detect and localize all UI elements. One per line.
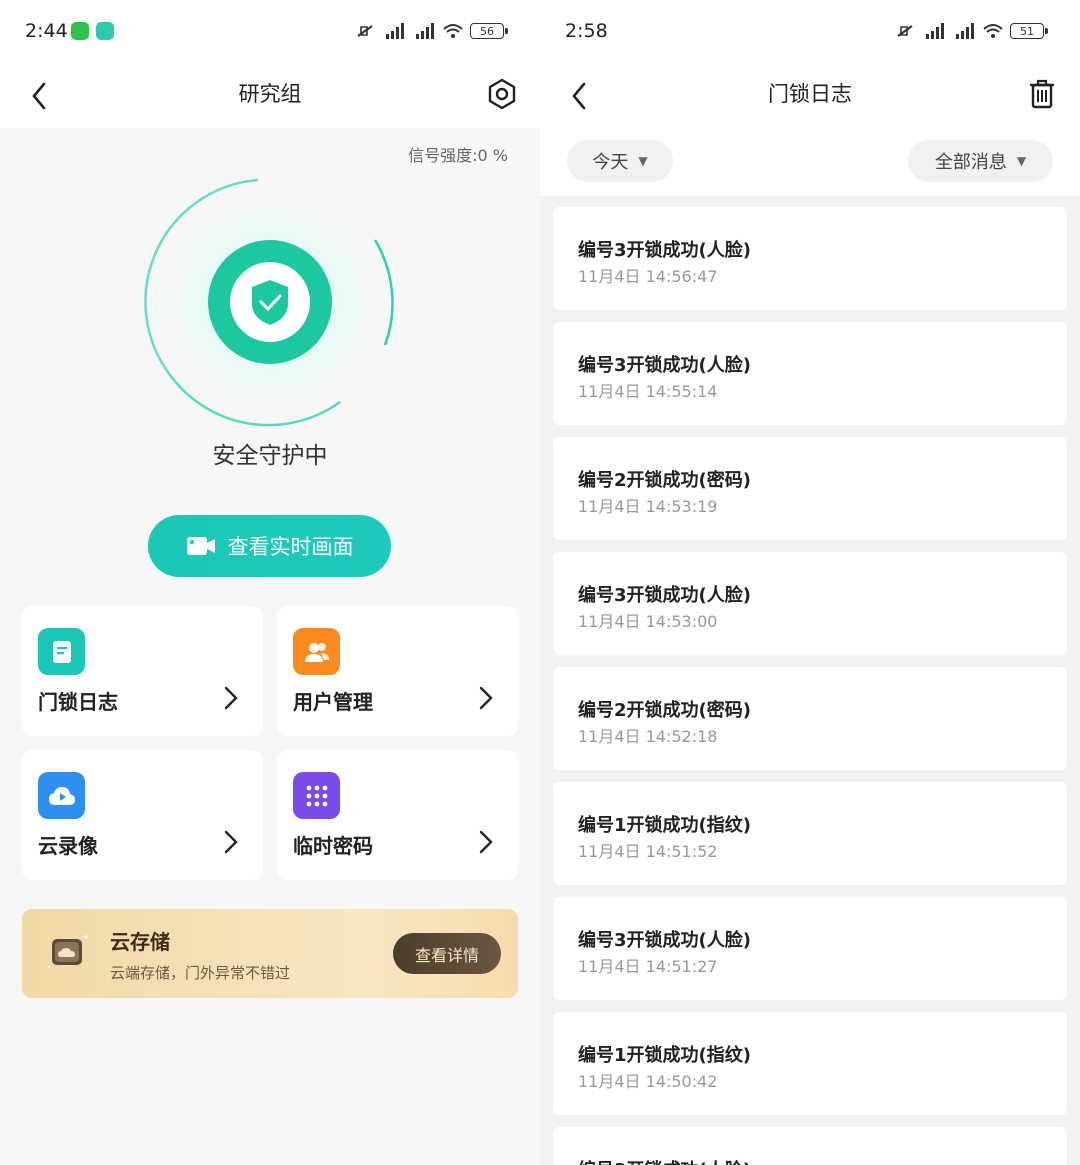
log-item[interactable]: 编号3开锁成功(人脸) 11月4日 14:56:47 <box>553 207 1067 310</box>
log-item[interactable]: 编号2开锁成功(密码) 11月4日 14:52:18 <box>553 667 1067 770</box>
cloud-storage-icon <box>47 935 88 969</box>
date-filter-dropdown[interactable]: 今天 ▼ <box>567 140 673 182</box>
users-icon <box>293 628 340 675</box>
log-time: 11月4日 14:56:47 <box>578 267 718 286</box>
log-time: 11月4日 14:51:27 <box>578 957 718 976</box>
battery-icon: 51 <box>1010 23 1048 39</box>
battery-icon: 56 <box>470 23 508 39</box>
live-view-label: 查看实时画面 <box>227 535 354 559</box>
log-time: 11月4日 14:53:00 <box>578 612 718 631</box>
wechat-notification-icon <box>71 22 89 40</box>
card-label: 临时密码 <box>293 834 373 858</box>
card-cloud-recording[interactable]: 云录像 <box>22 750 263 880</box>
keypad-icon <box>293 772 340 819</box>
log-item[interactable]: 编号2开锁成功(密码) 11月4日 14:53:19 <box>553 437 1067 540</box>
trash-icon[interactable] <box>1022 74 1062 114</box>
card-label: 门锁日志 <box>38 690 118 714</box>
signal-icon <box>926 23 944 39</box>
log-icon <box>38 628 85 675</box>
status-time: 2:58 <box>565 20 608 42</box>
device-home-screen: 2:44 56 研究组 信号强度:0 % 安全守护中 查看实时画面 门锁日志 用… <box>0 0 540 1165</box>
log-item[interactable]: 编号3开锁成功(人脸) 11月4日 14:55:14 <box>553 322 1067 425</box>
log-item[interactable]: 编号3开锁成功(人脸) <box>553 1127 1067 1165</box>
log-time: 11月4日 14:52:18 <box>578 727 718 746</box>
cloud-storage-banner[interactable]: 云存储 云端存储，门外异常不错过 查看详情 <box>22 909 518 998</box>
log-title: 编号1开锁成功(指纹) <box>578 815 751 836</box>
app-notification-icon <box>96 22 114 40</box>
log-item[interactable]: 编号3开锁成功(人脸) 11月4日 14:53:00 <box>553 552 1067 655</box>
status-icons: 56 <box>354 22 508 40</box>
log-time: 11月4日 14:51:52 <box>578 842 718 861</box>
log-title: 编号3开锁成功(人脸) <box>578 585 751 606</box>
type-filter-dropdown[interactable]: 全部消息 ▼ <box>908 140 1053 182</box>
cloud-play-icon <box>38 772 85 819</box>
caret-down-icon: ▼ <box>638 154 648 168</box>
protection-status-graphic <box>144 178 394 427</box>
type-filter-label: 全部消息 <box>934 152 1007 173</box>
signal-strength: 信号强度:0 % <box>408 146 508 165</box>
card-user-management[interactable]: 用户管理 <box>277 606 518 736</box>
chevron-right-icon <box>479 830 493 854</box>
status-icons: 51 <box>894 22 1048 40</box>
mute-icon <box>357 25 373 37</box>
log-time: 11月4日 14:50:42 <box>578 1072 718 1091</box>
wifi-icon <box>983 24 1003 38</box>
log-title: 编号3开锁成功(人脸) <box>578 1156 751 1165</box>
log-item[interactable]: 编号1开锁成功(指纹) 11月4日 14:50:42 <box>553 1012 1067 1115</box>
view-details-button[interactable]: 查看详情 <box>393 933 501 974</box>
signal-icon-2 <box>416 23 434 39</box>
chevron-right-icon <box>224 686 238 710</box>
card-label: 云录像 <box>38 834 98 858</box>
filter-bar: 今天 ▼ 全部消息 ▼ <box>540 128 1080 196</box>
log-title: 编号2开锁成功(密码) <box>578 470 751 491</box>
date-filter-label: 今天 <box>592 152 629 173</box>
protection-status-text: 安全守护中 <box>212 443 328 469</box>
status-time: 2:44 <box>25 20 68 42</box>
card-door-log[interactable]: 门锁日志 <box>22 606 263 736</box>
log-title: 编号2开锁成功(密码) <box>578 700 751 721</box>
chevron-right-icon <box>479 686 493 710</box>
log-time: 11月4日 14:55:14 <box>578 382 718 401</box>
card-label: 用户管理 <box>293 690 373 714</box>
card-temp-password[interactable]: 临时密码 <box>277 750 518 880</box>
cloud-storage-subtitle: 云端存储，门外异常不错过 <box>110 964 291 982</box>
camera-icon <box>186 537 215 555</box>
door-log-screen: 2:58 51 门锁日志 今天 ▼ 全部消息 ▼ 编号3开锁成功(人脸) 11月… <box>540 0 1080 1165</box>
mute-icon <box>897 25 913 37</box>
cloud-storage-title: 云存储 <box>110 930 170 954</box>
status-bar: 2:58 51 <box>540 0 1080 64</box>
log-time: 11月4日 14:53:19 <box>578 497 718 516</box>
page-title: 门锁日志 <box>768 82 852 106</box>
log-title: 编号3开锁成功(人脸) <box>578 930 751 951</box>
signal-icon <box>386 23 404 39</box>
signal-icon-2 <box>956 23 974 39</box>
log-title: 编号1开锁成功(指纹) <box>578 1045 751 1066</box>
wifi-icon <box>443 24 463 38</box>
nav-bar: 研究组 <box>0 64 540 128</box>
log-item[interactable]: 编号3开锁成功(人脸) 11月4日 14:51:27 <box>553 897 1067 1000</box>
log-item[interactable]: 编号1开锁成功(指纹) 11月4日 14:51:52 <box>553 782 1067 885</box>
page-title: 研究组 <box>238 82 302 106</box>
log-title: 编号3开锁成功(人脸) <box>578 240 751 261</box>
caret-down-icon: ▼ <box>1016 154 1027 168</box>
status-bar: 2:44 56 <box>0 0 540 64</box>
chevron-right-icon <box>224 830 238 854</box>
settings-icon[interactable] <box>482 74 522 114</box>
log-title: 编号3开锁成功(人脸) <box>578 355 751 376</box>
live-view-button[interactable]: 查看实时画面 <box>148 515 391 577</box>
nav-bar: 门锁日志 <box>540 64 1080 128</box>
